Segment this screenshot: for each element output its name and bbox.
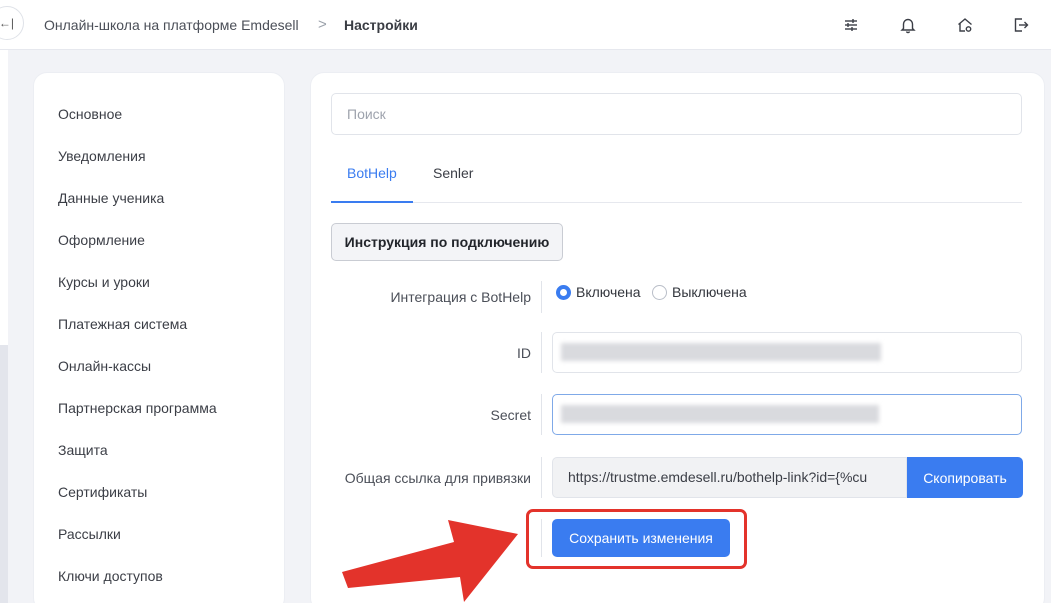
- sidebar-item-courses[interactable]: Курсы и уроки: [58, 273, 150, 291]
- breadcrumb-separator-icon: >: [318, 16, 327, 33]
- sidebar-item-notifications[interactable]: Уведомления: [58, 147, 146, 165]
- tab-bothelp[interactable]: BotHelp: [331, 155, 413, 203]
- sidebar-item-payments[interactable]: Платежная система: [58, 315, 187, 333]
- bell-icon[interactable]: [897, 14, 919, 36]
- save-button[interactable]: Сохранить изменения: [552, 519, 730, 557]
- secret-label: Secret: [490, 407, 531, 423]
- red-arrow-icon: [342, 520, 518, 602]
- form-divider: [541, 281, 542, 313]
- sidebar-item-cash-registers[interactable]: Онлайн-кассы: [58, 357, 151, 375]
- logout-icon[interactable]: [1010, 14, 1032, 36]
- radio-checked-icon[interactable]: [556, 284, 571, 300]
- id-label: ID: [517, 345, 531, 361]
- radio-disabled-label: Выключена: [672, 284, 747, 300]
- radio-enabled[interactable]: Включена: [556, 284, 641, 300]
- settings-sidebar: Основное Уведомления Данные ученика Офор…: [33, 72, 285, 603]
- breadcrumb-parent[interactable]: Онлайн-школа на платформе Emdesell: [44, 16, 299, 34]
- home-settings-icon[interactable]: [954, 14, 976, 36]
- radio-enabled-label: Включена: [576, 284, 641, 300]
- sidebar-item-appearance[interactable]: Оформление: [58, 231, 145, 249]
- connection-instructions-button[interactable]: Инструкция по подключению: [331, 223, 563, 261]
- radio-unchecked-icon[interactable]: [652, 284, 667, 300]
- redacted-value: [561, 343, 881, 361]
- sidebar-item-security[interactable]: Защита: [58, 441, 108, 459]
- redacted-value: [561, 405, 879, 423]
- top-bar: ←| Онлайн-школа на платформе Emdesell > …: [0, 0, 1051, 50]
- sidebar-item-mailings[interactable]: Рассылки: [58, 525, 121, 543]
- integration-label: Интеграция с BotHelp: [390, 289, 531, 305]
- search-input[interactable]: [331, 93, 1022, 135]
- breadcrumb-current: Настройки: [344, 17, 418, 33]
- tab-senler[interactable]: Senler: [417, 155, 489, 203]
- secret-input[interactable]: [552, 394, 1022, 435]
- id-input[interactable]: [552, 332, 1022, 373]
- sidebar-item-access-keys[interactable]: Ключи доступов: [58, 567, 163, 585]
- form-divider: [541, 332, 542, 373]
- sliders-icon[interactable]: [840, 14, 862, 36]
- left-rail-shade: [0, 345, 8, 603]
- integration-tabs: BotHelp Senler: [331, 155, 1022, 203]
- form-divider: [541, 394, 542, 435]
- link-label: Общая ссылка для привязки: [344, 470, 531, 486]
- sidebar-item-affiliate[interactable]: Партнерская программа: [58, 399, 217, 417]
- collapse-sidebar-button[interactable]: ←|: [0, 6, 24, 40]
- sidebar-item-main[interactable]: Основное: [58, 105, 122, 123]
- form-divider: [541, 457, 542, 498]
- sidebar-item-certificates[interactable]: Сертификаты: [58, 483, 147, 501]
- bind-link-field[interactable]: https://trustme.emdesell.ru/bothelp-link…: [552, 457, 907, 498]
- copy-button[interactable]: Скопировать: [907, 457, 1023, 498]
- sidebar-item-student-data[interactable]: Данные ученика: [58, 189, 164, 207]
- radio-disabled[interactable]: Выключена: [652, 284, 747, 300]
